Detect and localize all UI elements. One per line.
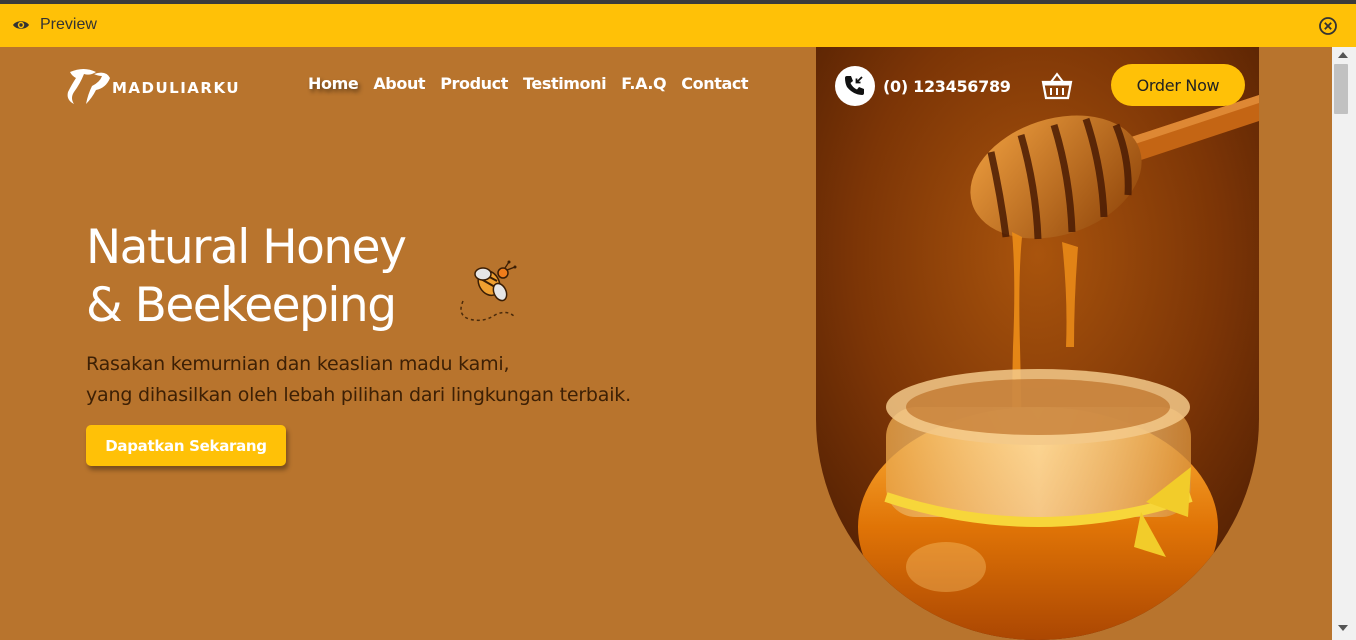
eye-icon	[13, 21, 29, 29]
nav-testimoni[interactable]: Testimoni	[523, 74, 607, 93]
hero-subtitle: Rasakan kemurnian dan keaslian madu kami…	[86, 349, 631, 411]
scroll-down-icon[interactable]	[1338, 625, 1348, 631]
website-preview: MADULIARKU Home About Product Testimoni …	[0, 47, 1332, 640]
main-nav: Home About Product Testimoni F.A.Q Conta…	[308, 74, 749, 93]
nav-about[interactable]: About	[373, 74, 425, 93]
preview-label: Preview	[40, 16, 97, 33]
preview-bar: Preview	[0, 4, 1356, 47]
brand-name: MADULIARKU	[112, 79, 241, 97]
hero-title-line2: & Beekeeping	[86, 278, 397, 333]
hero-title: Natural Honey & Beekeeping	[86, 219, 407, 335]
scroll-up-icon[interactable]	[1338, 52, 1348, 58]
phone-number: (0) 123456789	[883, 76, 1011, 96]
get-now-button[interactable]: Dapatkan Sekarang	[86, 425, 286, 466]
brand-logo[interactable]: MADULIARKU	[66, 64, 240, 108]
order-now-button[interactable]: Order Now	[1111, 64, 1245, 106]
bee-logo-icon	[67, 69, 110, 104]
basket-icon[interactable]	[1041, 71, 1073, 101]
nav-faq[interactable]: F.A.Q	[621, 74, 666, 93]
hero-subtitle-line2: yang dihasilkan oleh lebah pilihan dari …	[86, 384, 631, 406]
honey-jar-image	[816, 47, 1259, 640]
nav-product[interactable]: Product	[440, 74, 508, 93]
nav-home[interactable]: Home	[308, 74, 359, 93]
bee-icon	[460, 260, 517, 322]
close-circle-icon[interactable]	[1318, 16, 1338, 36]
phone-contact[interactable]: (0) 123456789	[835, 66, 1011, 106]
phone-incoming-icon	[835, 66, 875, 106]
hero-subtitle-line1: Rasakan kemurnian dan keaslian madu kami…	[86, 353, 510, 375]
nav-contact[interactable]: Contact	[681, 74, 748, 93]
hero-title-line1: Natural Honey	[86, 220, 407, 275]
scrollbar-thumb[interactable]	[1334, 64, 1348, 114]
vertical-scrollbar[interactable]	[1332, 47, 1356, 640]
